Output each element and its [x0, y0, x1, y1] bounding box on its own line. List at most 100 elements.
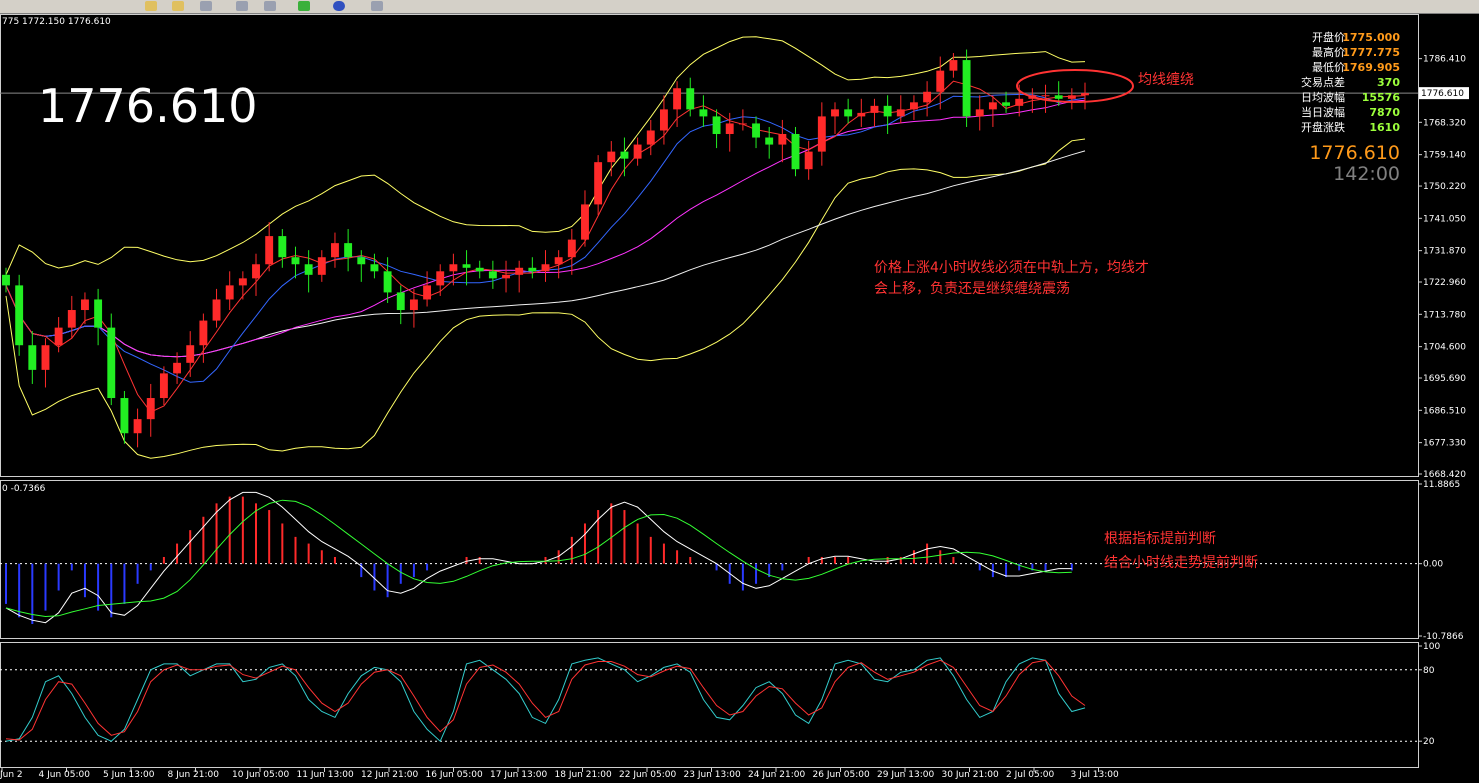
zoom-out-icon[interactable] [172, 1, 184, 11]
template-icon[interactable] [371, 1, 383, 11]
price-axis-tick-label: 1686.510 [1423, 406, 1466, 416]
macd-main-line [5, 491, 1072, 624]
info-row-label: 当日波幅 [1301, 105, 1345, 119]
candle-body [541, 264, 550, 272]
candle-body [646, 130, 655, 145]
price-axis-tick-label: 1722.960 [1423, 278, 1466, 288]
time-tick-label: 26 Jun 05:00 [813, 770, 870, 780]
info-row-value: 1777.775 [1342, 46, 1400, 59]
candle-body [81, 299, 89, 311]
candle-body [28, 345, 37, 370]
zoom-in-icon[interactable] [145, 1, 157, 11]
price-axis-tick-label: 1677.330 [1423, 439, 1466, 449]
autoscroll-icon[interactable] [264, 1, 276, 11]
stochastic-pane [0, 657, 1418, 743]
candle-body [896, 109, 905, 117]
time-tick-label: 17 Jun 13:00 [490, 770, 547, 780]
candle-body [1015, 98, 1024, 106]
candle-body [791, 134, 800, 170]
candle-body [173, 362, 182, 374]
info-row-value: 370 [1377, 76, 1400, 89]
bollinger-lower-line [5, 138, 1086, 459]
price-axis-tick-label: 1759.140 [1423, 151, 1466, 161]
candle-body [633, 144, 642, 159]
candle-body [436, 271, 445, 286]
grid-icon[interactable] [200, 1, 212, 11]
candle-body [225, 285, 234, 300]
info-row-label: 日均波幅 [1301, 91, 1345, 104]
ma-mid-line [5, 93, 1086, 383]
candle-body [962, 60, 971, 117]
candle-body [291, 257, 300, 265]
macd-axis-tick-label: 0.00 [1423, 560, 1443, 570]
time-tick-label: 12 Jun 21:00 [361, 770, 418, 780]
candle-body [331, 243, 339, 258]
big-price-display: 1776.610 [38, 79, 258, 133]
info-row-label: 最低价 [1312, 61, 1345, 74]
time-tick-label: 16 Jun 05:00 [426, 770, 483, 780]
candle-body [988, 102, 997, 110]
stoch-pane-frame [0, 642, 1419, 768]
current-price-marker-label: 1776.610 [1421, 89, 1464, 99]
candle-body [212, 299, 221, 321]
stoch-k-line [5, 657, 1086, 743]
chart-shift-icon[interactable] [236, 1, 248, 11]
info-row-value: 1775.000 [1342, 31, 1400, 44]
stoch-axis-tick-label: 80 [1423, 666, 1435, 676]
time-tick-label: 23 Jun 13:00 [684, 770, 741, 780]
macd-signal-line [5, 499, 1072, 618]
info-row-label: 交易点差 [1301, 75, 1345, 89]
circle-label: 均线缠绕 [1138, 71, 1194, 88]
macd-axis-tick-label: -10.7866 [1423, 632, 1464, 642]
candle-body [804, 151, 813, 170]
bar-countdown: 142:00 [1333, 163, 1400, 185]
candle-body [857, 112, 866, 117]
time-tick-label: 10 Jun 05:00 [232, 770, 289, 780]
chart-canvas[interactable]: 1786.4101777.2301768.3201759.1401750.220… [0, 14, 1479, 783]
clock-icon[interactable] [333, 1, 345, 11]
price-axis-tick-label: 1786.410 [1423, 55, 1466, 65]
time-tick-label: 30 Jun 21:00 [942, 770, 999, 780]
candle-body [712, 116, 721, 135]
candle-body [778, 134, 787, 145]
candle-body [607, 151, 616, 163]
candle-body [238, 278, 247, 286]
candle-body [594, 162, 603, 205]
price-axis-tick-label: 1768.320 [1423, 118, 1466, 128]
candle-body [67, 310, 76, 328]
price-axis-tick-label: 1731.870 [1423, 247, 1466, 257]
candle-body [94, 299, 103, 328]
price-axis-tick-label: 1741.050 [1423, 214, 1466, 224]
candle-body [146, 398, 155, 420]
price-axis-tick-label: 1668.420 [1423, 470, 1466, 480]
candle-body [883, 105, 892, 117]
candle-body [1041, 95, 1050, 97]
add-indicator-icon[interactable] [298, 1, 310, 11]
candle-body [936, 70, 945, 92]
info-row-label: 开盘涨跌 [1301, 120, 1345, 134]
toolbar [0, 0, 1479, 14]
info-row-label: 开盘价 [1312, 30, 1345, 44]
candle-body [265, 236, 274, 265]
candle-body [567, 239, 576, 258]
candle-body [659, 109, 668, 131]
info-current-price: 1776.610 [1309, 142, 1400, 164]
price-axis-tick-label: 1750.220 [1423, 182, 1466, 192]
candle-body [765, 137, 774, 145]
candle-body [738, 123, 747, 125]
time-tick-label: 11 Jun 13:00 [297, 770, 354, 780]
stoch-axis-tick-label: 20 [1423, 737, 1435, 747]
candle-body [515, 267, 524, 275]
info-row-value: 15576 [1362, 91, 1401, 104]
time-tick-label: 2 Jul 05:00 [1006, 770, 1055, 780]
candle-body [344, 243, 353, 258]
time-tick-label: 4 Jun 05:00 [39, 770, 91, 780]
candle-body [870, 105, 879, 113]
candle-body [673, 88, 682, 110]
candle-body [620, 151, 629, 159]
candle-body [396, 292, 405, 311]
candle-body [252, 264, 260, 279]
candle-body [817, 116, 826, 152]
stoch-d-line [5, 659, 1086, 741]
time-tick-label: 3 Jul 13:00 [1071, 770, 1120, 780]
